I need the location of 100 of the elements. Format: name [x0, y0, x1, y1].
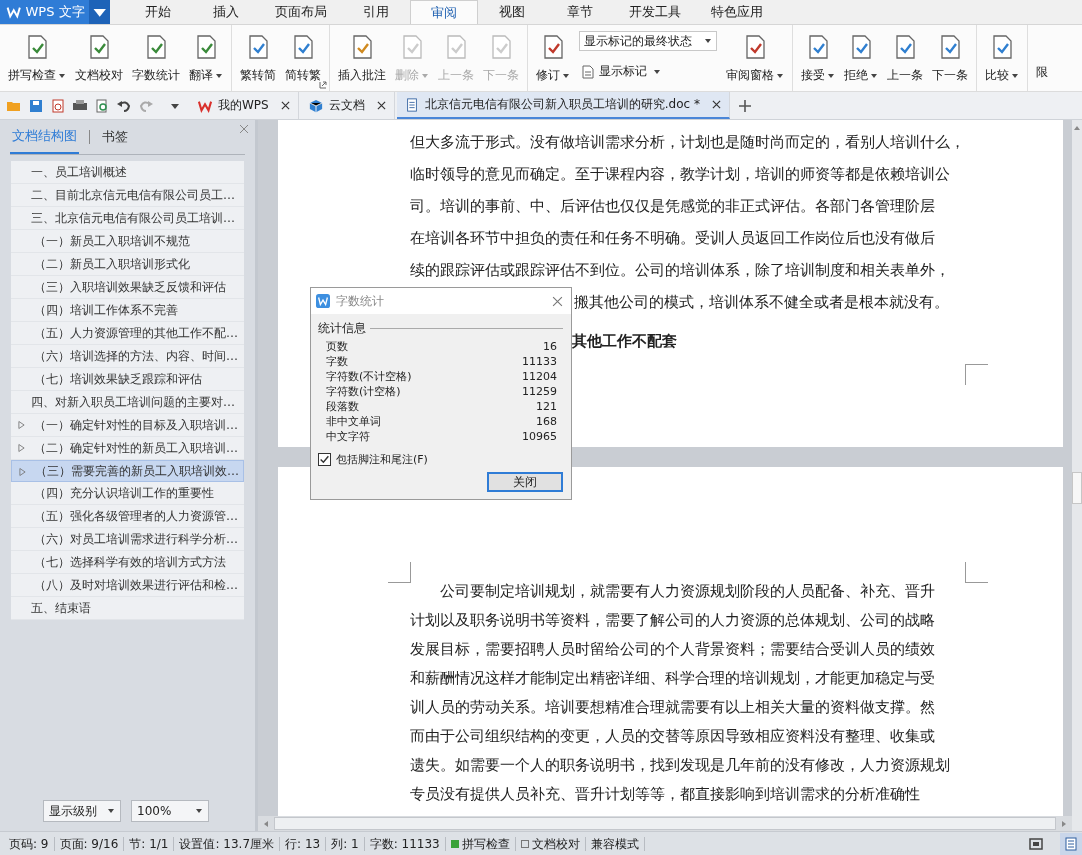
outline-item[interactable]: （六）培训选择的方法、内容、时间… — [11, 345, 244, 368]
stat-label: 字符数(不计空格) — [326, 369, 413, 384]
save-icon[interactable] — [28, 97, 44, 114]
ribbon-button[interactable]: 翻译 — [185, 27, 227, 91]
stat-label: 非中文单词 — [326, 414, 382, 429]
document-tab[interactable]: 云文档 — [300, 92, 395, 119]
document-text: 司。培训的事前、中、后评估也仅仅是凭感觉的非正式评估。各部门各管理阶层 — [410, 196, 935, 217]
ribbon-button[interactable]: 修订 — [532, 27, 574, 91]
ribbon-button[interactable]: 上一条 — [883, 27, 927, 91]
ribbon-button[interactable]: 比较 — [981, 27, 1023, 91]
menu-tab[interactable]: 引用 — [342, 0, 410, 24]
menu-tab[interactable]: 插入 — [192, 0, 260, 24]
status-toggle[interactable]: 文档校对 — [515, 836, 586, 851]
close-button[interactable]: 关闭 — [487, 472, 563, 492]
outline-item[interactable]: 一、员工培训概述 — [11, 161, 244, 184]
outline-item[interactable]: （五）人力资源管理的其他工作不配… — [11, 322, 244, 345]
document-text: 而由于公司组织结构的变更，人员的交替等原因导致相应资料没有整理、收集或 — [410, 726, 935, 747]
ribbon-button[interactable]: 字数统计 — [128, 27, 184, 91]
document-text: 计划以及职务说明书等资料，需要了解公司的人力资源的总体规划、公司的战略 — [410, 610, 935, 631]
caret-icon — [195, 807, 203, 815]
menu-tab[interactable]: 审阅 — [410, 0, 478, 24]
caret-icon — [653, 67, 661, 76]
status-toggle[interactable]: 拼写检查 — [445, 836, 516, 851]
outline-item[interactable]: 三、北京信元电信有限公司员工培训… — [11, 207, 244, 230]
checkbox[interactable] — [318, 453, 331, 466]
corner-mark — [965, 562, 988, 583]
stat-value: 11259 — [522, 384, 557, 399]
left-arrow-icon[interactable] — [262, 819, 270, 828]
status-text: 节: 1/1 — [124, 836, 175, 851]
close-icon[interactable] — [711, 100, 721, 109]
document-tab[interactable]: 北京信元电信有限公司新入职员工培训的研究.doc * — [396, 92, 730, 119]
caret-icon — [562, 71, 570, 80]
checkbox-label: 包括脚注和尾注(F) — [336, 452, 428, 467]
document-tab[interactable]: 我的WPS — [190, 92, 299, 119]
menu-tab[interactable]: 章节 — [546, 0, 614, 24]
outline-item[interactable]: 五、结束语 — [11, 597, 244, 620]
ribbon-button[interactable]: 下一条 — [928, 27, 972, 91]
app-menu-button[interactable]: WPS 文字 — [0, 0, 110, 24]
menu-tab[interactable]: 特色应用 — [696, 0, 778, 24]
document-text: 在培训各环节中担负的责任和任务不明确。受训人员返回工作岗位后也没有做后 — [410, 228, 935, 249]
ribbon-button[interactable]: 文档校对 — [71, 27, 127, 91]
caret-icon — [215, 71, 223, 80]
outline-item[interactable]: （七）选择科学有效的培训方式方法 — [11, 551, 244, 574]
expand-arrow-icon[interactable] — [19, 467, 26, 477]
right-arrow-icon[interactable] — [1060, 819, 1068, 828]
caret-icon — [58, 71, 66, 80]
outline-item[interactable]: （一）新员工入职培训不规范 — [11, 230, 244, 253]
expand-arrow-icon[interactable] — [18, 443, 25, 453]
outline-item[interactable]: （四）充分认识培训工作的重要性 — [11, 482, 244, 505]
stat-value: 168 — [535, 414, 557, 429]
outline-item[interactable]: （三）入职培训效果缺乏反馈和评估 — [11, 276, 244, 299]
outline-item[interactable]: （七）培训效果缺乏跟踪和评估 — [11, 368, 244, 391]
fullscreen-icon[interactable] — [1028, 835, 1044, 852]
document-text: 遗失。如需要一个人的职务说明书，找到发现是几年前的没有修改，人力资源规划 — [410, 755, 950, 776]
expand-arrow-icon[interactable] — [18, 420, 25, 430]
menu-tab[interactable]: 开发工具 — [614, 0, 696, 24]
outline-item[interactable]: （二）新员工入职培训形式化 — [11, 253, 244, 276]
w-logo-icon — [316, 294, 330, 308]
scrollbar-thumb[interactable] — [274, 817, 1056, 830]
stat-label: 段落数 — [326, 399, 360, 414]
export-icon[interactable] — [50, 97, 66, 114]
ribbon-button[interactable]: 插入批注 — [334, 27, 390, 91]
ribbon-button[interactable]: 审阅窗格 — [722, 27, 788, 91]
ribbon-button[interactable]: 拒绝 — [840, 27, 882, 91]
ribbon-button[interactable]: 简转繁 — [281, 27, 325, 91]
close-icon[interactable] — [376, 101, 386, 110]
outline-item[interactable]: 四、对新入职员工培训问题的主要对… — [11, 391, 244, 414]
ribbon-button[interactable]: 繁转简 — [236, 27, 280, 91]
panel-tab[interactable]: 书签 — [100, 120, 130, 154]
outline-item[interactable]: （五）强化各级管理者的人力资源管… — [11, 505, 244, 528]
outline-item[interactable]: （一）确定针对性的目标及入职培训… — [11, 414, 244, 437]
outline-item[interactable]: （三）需要完善的新员工入职培训效… — [11, 460, 244, 482]
scrollbar-thumb[interactable] — [1072, 472, 1082, 504]
add-tab-icon[interactable] — [737, 98, 752, 113]
horizontal-scrollbar[interactable] — [258, 816, 1072, 831]
level-dropdown[interactable]: 显示级别 — [43, 800, 121, 822]
page-view-icon[interactable] — [1060, 832, 1082, 855]
outline-item[interactable]: 二、目前北京信元电信有限公司员工… — [11, 184, 244, 207]
section-label: 统计信息 — [318, 320, 366, 337]
cube-icon — [308, 98, 323, 113]
zoom-dropdown[interactable]: 100% — [131, 800, 209, 822]
ribbon-button[interactable]: 限 — [1032, 27, 1052, 91]
w-logo-icon — [198, 98, 212, 113]
show-markup-button[interactable]: 显示标记 — [579, 59, 717, 84]
dialog-launcher-icon[interactable] — [319, 81, 327, 89]
markup-state-dropdown[interactable]: 显示标记的最终状态 — [579, 31, 717, 51]
outline-item[interactable]: （八）及时对培训效果进行评估和检… — [11, 574, 244, 597]
ribbon-button[interactable]: 拼写检查 — [4, 27, 70, 91]
menu-tab[interactable]: 视图 — [478, 0, 546, 24]
preview-icon[interactable] — [94, 97, 110, 114]
outline-item[interactable]: （六）对员工培训需求进行科学分析… — [11, 528, 244, 551]
caret-icon — [421, 71, 429, 80]
menu-tab[interactable]: 开始 — [124, 0, 192, 24]
menu-tab[interactable]: 页面布局 — [260, 0, 342, 24]
vertical-scrollbar[interactable] — [1072, 120, 1082, 831]
ribbon-button[interactable]: 接受 — [797, 27, 839, 91]
tab-title: 我的WPS — [218, 97, 269, 114]
close-icon[interactable] — [280, 101, 290, 110]
outline-item[interactable]: （四）培训工作体系不完善 — [11, 299, 244, 322]
up-arrow-icon[interactable] — [1073, 124, 1081, 132]
